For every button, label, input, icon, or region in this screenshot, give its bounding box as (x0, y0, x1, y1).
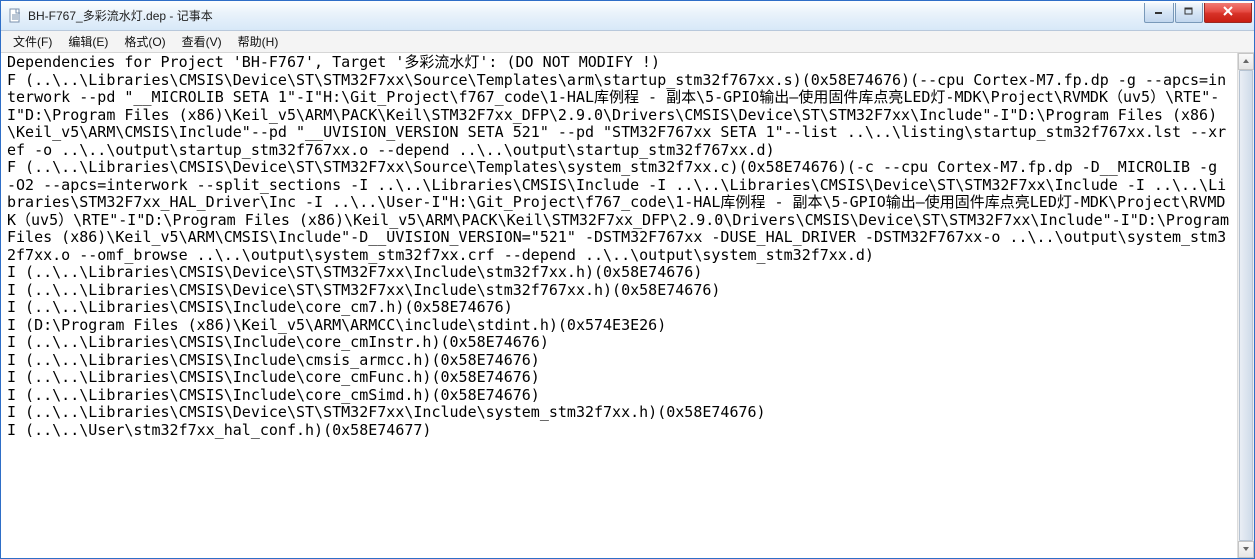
menu-view[interactable]: 查看(V) (174, 31, 230, 52)
scrollbar-thumb[interactable] (1239, 70, 1253, 541)
scroll-down-button[interactable] (1238, 541, 1254, 558)
text-content[interactable]: Dependencies for Project 'BH-F767', Targ… (1, 53, 1237, 558)
minimize-button[interactable] (1144, 3, 1174, 23)
editor-area: Dependencies for Project 'BH-F767', Targ… (1, 53, 1254, 558)
maximize-button[interactable] (1175, 3, 1203, 23)
minimize-icon (1154, 6, 1164, 19)
menu-format-label: 格式(O) (124, 35, 165, 49)
vertical-scrollbar[interactable] (1237, 53, 1254, 558)
window-title: BH-F767_多彩流水灯.dep - 记事本 (28, 7, 213, 24)
document-icon (7, 8, 23, 24)
chevron-down-icon (1242, 545, 1250, 555)
menu-view-label: 查看(V) (182, 35, 222, 49)
menu-help-label: 帮助(H) (238, 35, 279, 49)
menu-file-label: 文件(F) (13, 35, 52, 49)
menu-edit-label: 编辑(E) (68, 35, 108, 49)
scroll-up-button[interactable] (1238, 53, 1254, 70)
close-button[interactable] (1204, 3, 1252, 23)
menu-file[interactable]: 文件(F) (5, 31, 60, 52)
close-icon (1222, 5, 1234, 19)
menu-bar: 文件(F) 编辑(E) 格式(O) 查看(V) 帮助(H) (1, 31, 1254, 53)
menu-help[interactable]: 帮助(H) (230, 31, 287, 52)
menu-edit[interactable]: 编辑(E) (60, 31, 116, 52)
maximize-icon (1184, 6, 1194, 19)
window-titlebar: BH-F767_多彩流水灯.dep - 记事本 (1, 1, 1254, 31)
window-buttons (1143, 3, 1252, 23)
chevron-up-icon (1242, 57, 1250, 67)
scrollbar-track[interactable] (1238, 70, 1254, 541)
menu-format[interactable]: 格式(O) (116, 31, 173, 52)
